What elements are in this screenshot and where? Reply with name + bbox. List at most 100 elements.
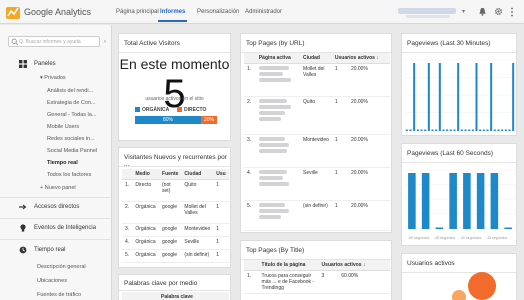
pageview-bar[interactable]	[427, 63, 430, 131]
nav-admin[interactable]: Administrador	[245, 9, 282, 15]
direct-share-bar[interactable]: 20%	[201, 116, 217, 124]
column-header[interactable]: Página activa	[255, 53, 301, 64]
pageview-bar[interactable]	[504, 227, 512, 230]
pageview-bar[interactable]	[493, 129, 496, 132]
pageview-bar[interactable]	[476, 173, 485, 229]
active-users-bubble-small[interactable]	[452, 290, 466, 300]
sidebar-item-dashboard[interactable]: Todos los factores	[47, 172, 91, 178]
pageview-bar[interactable]	[501, 129, 504, 132]
nav-customization[interactable]: Personalización	[197, 9, 239, 15]
notification-bell-icon[interactable]	[478, 7, 487, 16]
pageview-bar[interactable]	[490, 173, 499, 229]
organic-share-bar[interactable]: 80%	[135, 116, 201, 124]
pageview-bar[interactable]	[464, 129, 467, 132]
sidebar-item-intelligence-events[interactable]: Eventos de Inteligencia	[34, 225, 96, 231]
sidebar-item-overview[interactable]: Descripción general	[37, 264, 86, 270]
sidebar-item-dashboard[interactable]: General - Todas la...	[47, 112, 96, 118]
pageview-bar[interactable]	[405, 129, 408, 132]
sidebar-item-dashboard[interactable]: Estrategia de Con...	[47, 100, 96, 106]
sidebar-item-shortcuts[interactable]: Accesos directos	[34, 204, 79, 210]
pageview-bar[interactable]	[475, 63, 478, 131]
pageview-bar[interactable]	[409, 129, 412, 132]
column-header[interactable]: Título de la página	[258, 260, 319, 271]
table-row[interactable]: 1. Directo (not set) Quito 1	[122, 179, 229, 202]
table-row[interactable]: 2. Quito 1 20.00%	[244, 96, 390, 135]
pageview-bar[interactable]	[504, 129, 507, 132]
column-header[interactable]: Fuente	[159, 169, 182, 180]
cell-page-url-redacted[interactable]	[255, 200, 301, 231]
pageview-bar[interactable]	[449, 173, 457, 229]
table-row[interactable]: 5. Orgánica google (sin definir) 1	[122, 249, 229, 263]
pageview-bar[interactable]	[416, 129, 419, 132]
table-row[interactable]: 1. Mollet del Valles 1 20.00%	[244, 63, 390, 97]
sidebar-item-dashboard[interactable]: Mobile Users	[47, 124, 79, 130]
active-users-bubble-large[interactable]	[468, 272, 496, 300]
pageview-bar[interactable]	[408, 173, 416, 229]
table-row[interactable]: 1. Trucos para conseguir más ... e de Fa…	[244, 270, 390, 294]
search-input[interactable]: Q. Buscar informes y ayuda	[8, 36, 100, 47]
sidebar-item-dashboards[interactable]: Paneles	[34, 61, 56, 67]
table-row[interactable]: 2. Orgánica google Mollet del Valles 1	[122, 201, 229, 224]
chevron-down-icon[interactable]: ▾	[462, 8, 465, 15]
pageview-bar[interactable]	[446, 129, 449, 132]
table-row[interactable]: 4. Seville 1 20.00%	[244, 167, 390, 201]
pageview-bar[interactable]	[468, 129, 471, 132]
cell-page-url-redacted[interactable]	[255, 63, 301, 97]
pageview-bar[interactable]	[508, 129, 511, 132]
column-header[interactable]: Ciudad	[181, 169, 214, 180]
sidebar-item-dashboard[interactable]: Análisis del rendi...	[47, 88, 93, 94]
google-analytics-logo-icon[interactable]	[6, 5, 20, 19]
cell-page-url-redacted[interactable]	[255, 134, 301, 168]
pageview-bar[interactable]	[486, 129, 489, 132]
sidebar-item-dashboard[interactable]: Social Media Pannel	[47, 148, 97, 154]
more-options-icon[interactable]	[510, 7, 514, 17]
account-selector[interactable]	[398, 8, 456, 14]
pageview-bar[interactable]	[438, 63, 441, 131]
column-header[interactable]: Ciudad	[300, 53, 332, 64]
pageview-bar[interactable]	[490, 63, 493, 131]
column-header[interactable]: Usuarios activos ↓	[331, 53, 390, 64]
pageviews-60sec-chart[interactable]	[405, 166, 515, 232]
pageview-bar[interactable]	[460, 129, 463, 132]
table-row[interactable]: 3. Orgánica google Montevideo 1	[122, 223, 229, 237]
cell-page-url-redacted[interactable]	[255, 167, 301, 201]
cell-page-url-redacted[interactable]	[255, 96, 301, 135]
app-brand[interactable]: Google Analytics	[24, 7, 91, 17]
pageview-bar[interactable]	[479, 129, 482, 132]
collapse-sidebar-icon[interactable]: ‹	[104, 39, 106, 45]
sidebar-item-new-dashboard[interactable]: + Nuevo panel	[40, 185, 76, 191]
table-row[interactable]: 3. Montevideo 1 20.00%	[244, 134, 390, 168]
sidebar-item-private[interactable]: ▾ Privados	[40, 75, 66, 81]
pageview-bar[interactable]	[449, 129, 452, 132]
sidebar-item-locations[interactable]: Ubicaciones	[37, 278, 67, 284]
pageview-bar[interactable]	[457, 63, 460, 131]
column-header[interactable]: Medio	[132, 169, 160, 180]
table-row[interactable]: 5. (sin definir) 1 20.00%	[244, 200, 390, 231]
pageview-bar[interactable]	[431, 129, 434, 132]
pageview-bar[interactable]	[453, 129, 456, 132]
pageview-bar[interactable]	[413, 63, 416, 131]
sidebar-item-realtime-dashboard[interactable]: Tiempo real	[47, 160, 78, 166]
pageview-bar[interactable]	[497, 129, 500, 132]
pageview-bar[interactable]	[442, 129, 445, 132]
column-header[interactable]: Usu	[213, 169, 229, 180]
sidebar-item-dashboard[interactable]: Redes sociales in...	[47, 136, 95, 142]
sidebar-item-traffic-sources[interactable]: Fuentes de tráfico	[37, 292, 81, 298]
sidebar-item-realtime[interactable]: Tiempo real	[34, 247, 65, 253]
table-row[interactable]: 4. Orgánica google Seville 1	[122, 236, 229, 250]
column-header[interactable]: Usuarios activos ↓	[318, 260, 390, 271]
pageview-bar[interactable]	[421, 173, 430, 229]
gear-icon[interactable]	[494, 7, 503, 16]
pageview-bar[interactable]	[435, 129, 438, 132]
column-header[interactable]: Palabra clave	[158, 292, 229, 300]
pageview-bar[interactable]	[435, 227, 444, 230]
pageview-bar[interactable]	[420, 129, 423, 132]
pageview-bar[interactable]	[424, 129, 427, 132]
nav-home[interactable]: Página principal	[116, 9, 159, 15]
pageview-bar[interactable]	[471, 129, 474, 132]
pageview-bar[interactable]	[482, 129, 485, 132]
pageview-bar[interactable]	[463, 173, 471, 229]
pageviews-30min-chart[interactable]	[405, 56, 515, 134]
nav-reports[interactable]: Informes	[157, 9, 188, 22]
pageview-bar[interactable]	[512, 63, 515, 131]
